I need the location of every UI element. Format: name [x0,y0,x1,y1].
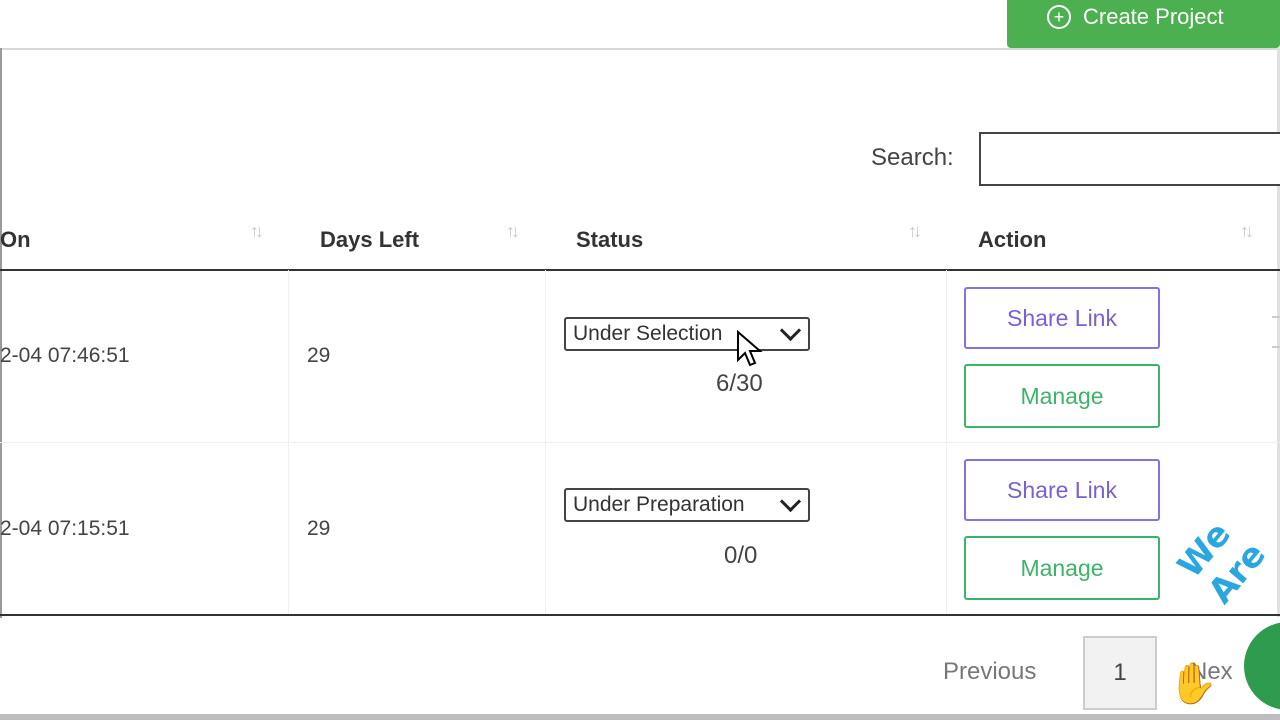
manage-button[interactable]: Manage [964,536,1160,600]
chat-widget-icon[interactable] [1238,616,1280,716]
search-label: Search: [871,144,954,171]
status-dropdown[interactable]: Under Preparation [564,488,810,522]
table-row: 2-04 07:46:51 29 Under Selection 6/30 Sh… [0,270,1280,443]
plus-circle-icon: + [1047,5,1071,29]
top-bar: + Create Project [0,0,1280,50]
share-link-button[interactable]: Share Link [964,459,1160,521]
chevron-down-icon [779,319,802,342]
create-project-label: Create Project [1083,4,1224,29]
days-left-cell: 29 [307,517,331,540]
table-row: 2-04 07:15:51 29 Under Preparation 0/0 S… [0,443,1280,614]
share-link-button[interactable]: Share Link [964,287,1160,349]
edge-tick [1272,316,1280,318]
waving-hand-icon: ✋ [1168,662,1218,706]
status-selected-value: Under Preparation [573,493,745,516]
search-input[interactable] [979,132,1280,186]
created-on-cell: 2-04 07:15:51 [0,517,130,540]
days-left-cell: 29 [307,344,331,367]
pagination-page-1[interactable]: 1 [1083,636,1157,710]
table-header: On ↑↓ Days Left ↑↓ Status ↑↓ Action ↑↓ [0,205,1280,271]
column-header-days-left[interactable]: Days Left [320,227,419,253]
column-header-status[interactable]: Status [576,227,643,253]
column-divider [288,443,289,614]
column-header-created-on[interactable]: On [0,227,31,253]
column-divider [545,443,546,614]
table-bottom-border [0,614,1280,616]
status-dropdown[interactable]: Under Selection [564,317,810,351]
edge-tick [1272,346,1280,348]
column-divider [946,270,947,442]
mouse-pointer-icon [736,329,766,375]
sort-icon[interactable]: ↑↓ [250,221,264,242]
sort-icon[interactable]: ↑↓ [1240,221,1254,242]
created-on-cell: 2-04 07:46:51 [0,344,130,367]
chevron-down-icon [779,490,802,513]
manage-button[interactable]: Manage [964,364,1160,428]
pagination-previous[interactable]: Previous [943,658,1036,686]
column-divider [946,443,947,614]
sort-icon[interactable]: ↑↓ [908,221,922,242]
sort-icon[interactable]: ↑↓ [506,221,520,242]
column-header-action[interactable]: Action [978,227,1046,253]
create-project-button[interactable]: + Create Project [1007,0,1280,48]
candidate-count: 0/0 [724,542,758,569]
column-divider [288,270,289,442]
status-selected-value: Under Selection [573,322,723,345]
bottom-strip [0,714,1280,720]
column-divider [545,270,546,442]
